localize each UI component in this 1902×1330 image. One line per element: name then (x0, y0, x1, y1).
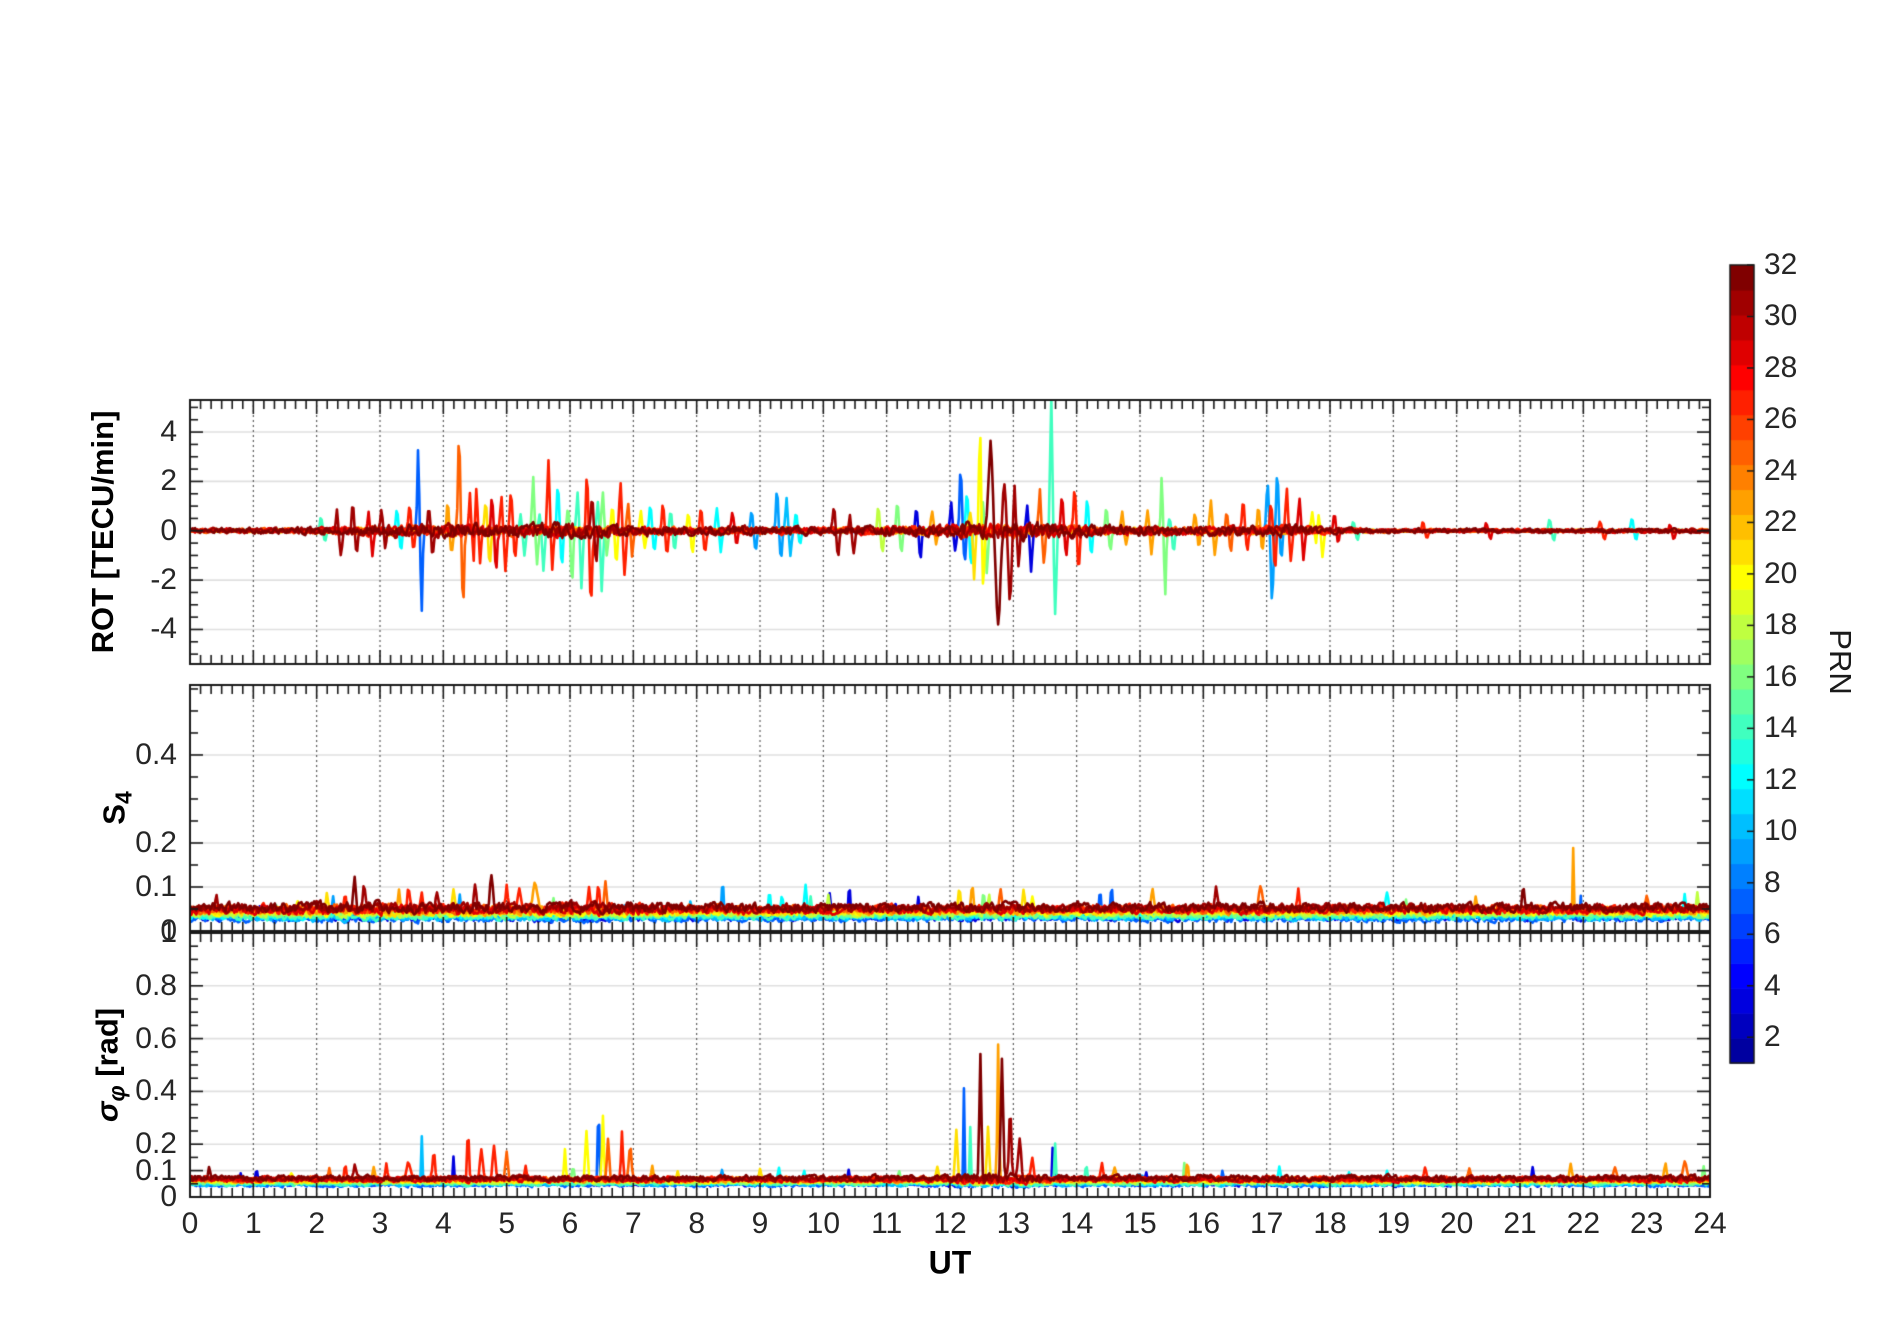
colorbar-tick-label-6: 6 (1764, 917, 1781, 951)
colorbar-title: PRN (1823, 629, 1858, 695)
x-tick-label-24: 24 (1693, 1207, 1727, 1240)
rot-y-tick-label-4: 4 (160, 415, 177, 449)
colorbar-tick-label-4: 4 (1764, 968, 1781, 1002)
colorbar-tick-label-18: 18 (1764, 608, 1798, 642)
colorbar-tick-label-28: 28 (1764, 350, 1798, 384)
figure: ROT [TECU/min] S4 σφ [rad] UT PRN 012345… (0, 0, 1902, 1330)
rot-y-tick-label--2: -2 (150, 563, 177, 597)
sigma_phi-y-tick-label-0.8: 0.8 (135, 968, 177, 1002)
colorbar-tick-label-24: 24 (1764, 453, 1798, 487)
colorbar-tick-label-20: 20 (1764, 556, 1798, 590)
colorbar-tick-label-16: 16 (1764, 659, 1798, 693)
s4-y-tick-label-0.1: 0.1 (135, 869, 177, 903)
chart-canvas (0, 0, 1902, 1330)
s4-axis-label-sub: 4 (110, 791, 137, 805)
colorbar-tick-label-8: 8 (1764, 865, 1781, 899)
rot-y-tick-label--4: -4 (150, 612, 177, 646)
colorbar-tick-label-14: 14 (1764, 711, 1798, 745)
colorbar-tick-label-12: 12 (1764, 762, 1798, 796)
colorbar-tick-label-26: 26 (1764, 402, 1798, 436)
sigma_phi-y-tick-label-1: 1 (160, 916, 177, 949)
rot-y-tick-label-0: 0 (160, 513, 177, 547)
colorbar-tick-label-10: 10 (1764, 814, 1798, 848)
sigma_phi-y-tick-label-0.2: 0.2 (135, 1127, 177, 1161)
s4-y-tick-label-0.4: 0.4 (135, 737, 177, 771)
s4-y-tick-label-0.2: 0.2 (135, 825, 177, 859)
s4-axis-label: S4 (96, 791, 137, 824)
rot-y-tick-label-2: 2 (160, 464, 177, 498)
colorbar-tick-label-22: 22 (1764, 505, 1798, 539)
s4-axis-label-main: S (96, 804, 132, 825)
sigma_phi-y-tick-label-0.4: 0.4 (135, 1074, 177, 1108)
colorbar-tick-label-32: 32 (1764, 248, 1798, 281)
colorbar-tick-label-30: 30 (1764, 299, 1798, 333)
sigma_phi-y-tick-label-0.6: 0.6 (135, 1021, 177, 1055)
x-axis-title: UT (928, 1244, 972, 1281)
colorbar-tick-label-2: 2 (1764, 1020, 1781, 1054)
